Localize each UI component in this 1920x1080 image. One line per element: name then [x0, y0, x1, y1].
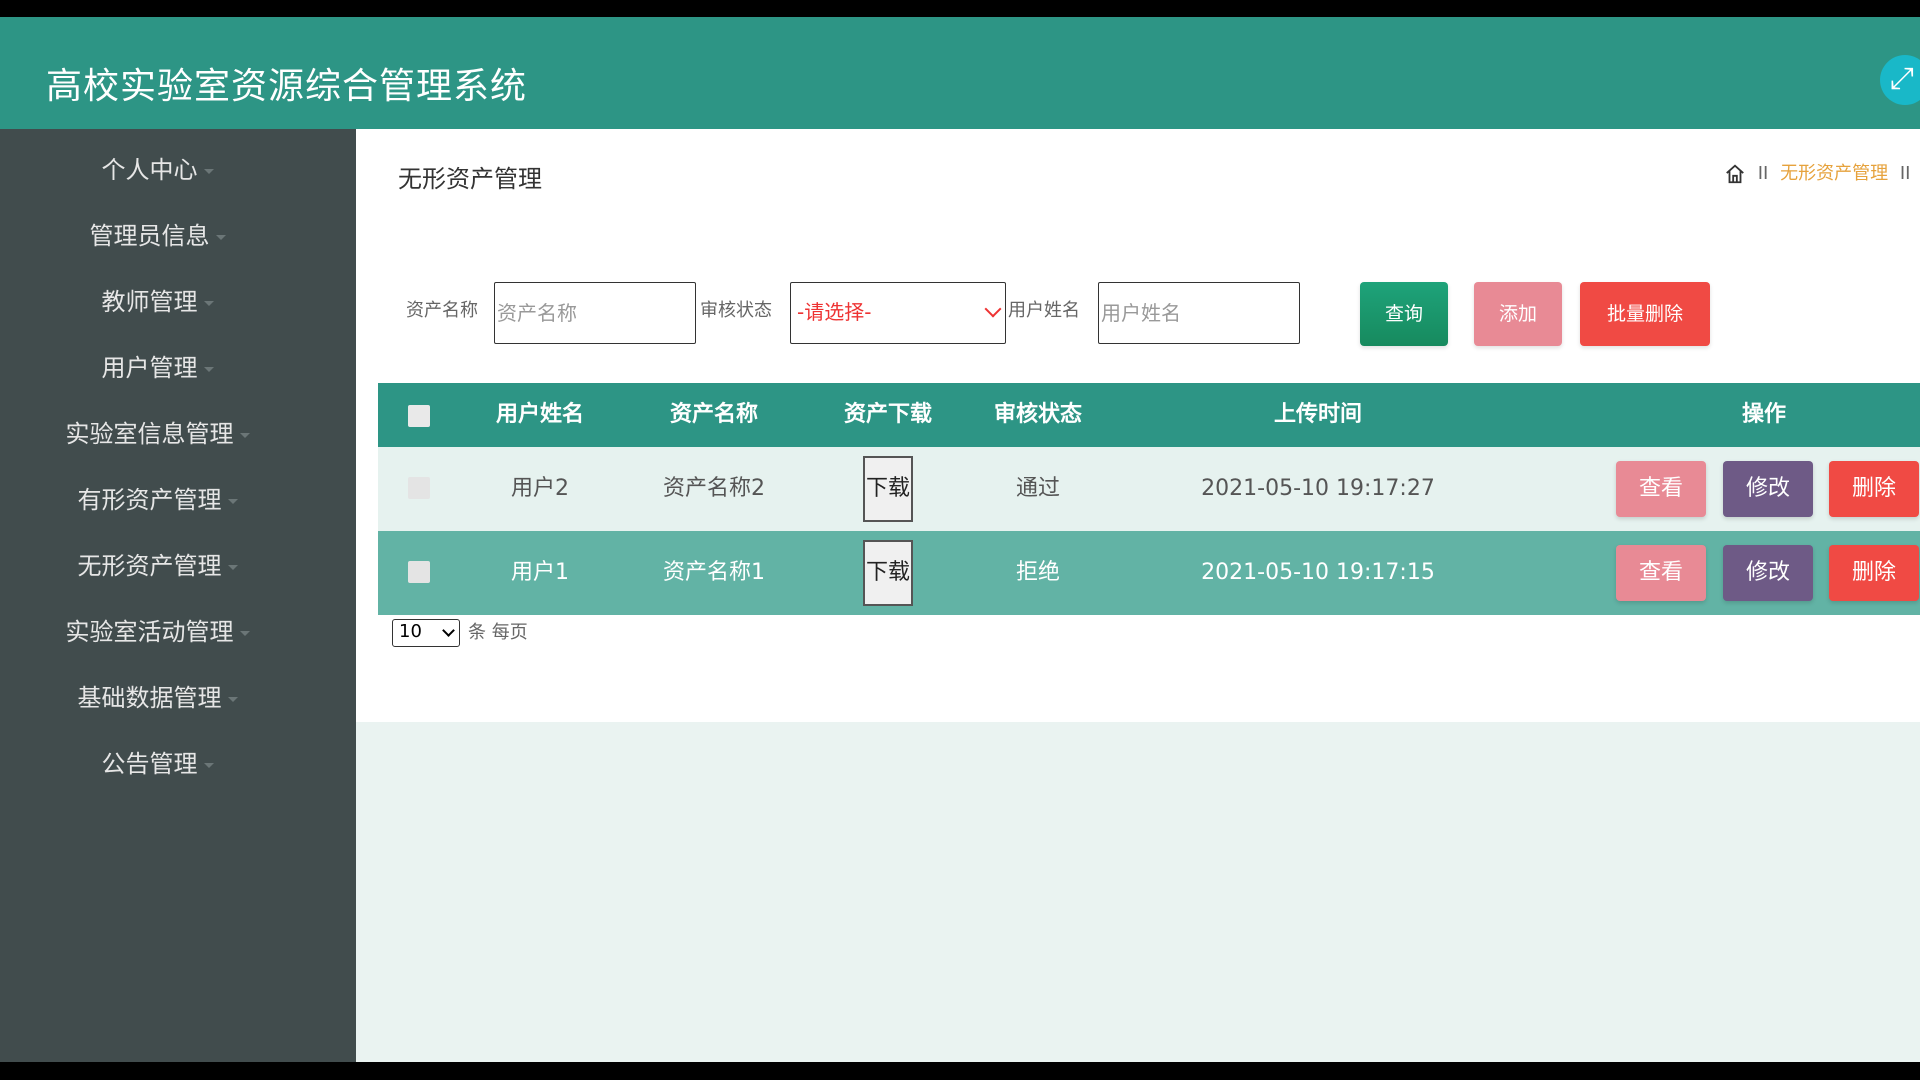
cell-user: 用户1: [511, 560, 569, 585]
per-page-label: 条 每页: [468, 622, 528, 643]
breadcrumb-separator: II: [1899, 163, 1911, 184]
sidebar-item-intangible-assets[interactable]: 无形资产管理: [0, 540, 315, 592]
batch-delete-button[interactable]: 批量删除: [1580, 282, 1710, 346]
sidebar-item-label: 教师管理: [101, 288, 198, 316]
sidebar-item-personal-center[interactable]: 个人中心: [0, 144, 315, 196]
page-size-value: 10: [399, 621, 422, 642]
table-header: 用户姓名 资产名称 资产下载 审核状态 上传时间 操作: [378, 383, 1920, 447]
table-row: 用户2 资产名称2 下载 通过 2021-05-10 19:17:27 查看 修…: [378, 447, 1920, 531]
asset-name-label: 资产名称: [406, 300, 478, 321]
column-header: 用户姓名: [495, 402, 584, 427]
row-checkbox[interactable]: [408, 561, 430, 583]
sidebar-item-label: 基础数据管理: [77, 684, 222, 712]
status-select-value: -请选择-: [797, 300, 872, 324]
sidebar-item-tangible-assets[interactable]: 有形资产管理: [0, 474, 315, 526]
cell-status: 拒绝: [1015, 560, 1060, 585]
sidebar-item-label: 管理员信息: [89, 222, 210, 250]
caret-down-icon: [227, 564, 238, 570]
caret-down-icon: [215, 234, 226, 240]
fullscreen-icon[interactable]: ⤢: [1880, 55, 1920, 105]
sidebar-item-admin-info[interactable]: 管理员信息: [0, 210, 315, 262]
table-row: 用户1 资产名称1 下载 拒绝 2021-05-10 19:17:15 查看 修…: [378, 531, 1920, 615]
sidebar: 个人中心 管理员信息 教师管理 用户管理 实验室信息管理 有形资产管理 无形资产…: [0, 129, 356, 1062]
sidebar-item-user-management[interactable]: 用户管理: [0, 342, 315, 394]
breadcrumb: II 无形资产管理 II 无: [1724, 159, 1920, 185]
caret-down-icon: [203, 762, 214, 768]
caret-down-icon: [239, 432, 250, 438]
sidebar-item-teacher-management[interactable]: 教师管理: [0, 276, 315, 328]
edit-button[interactable]: 修改: [1723, 461, 1813, 517]
column-header: 资产下载: [843, 402, 932, 427]
chevron-down-icon: [442, 624, 455, 637]
app-header: 高校实验室资源综合管理系统 ⤢: [0, 17, 1920, 129]
view-button[interactable]: 查看: [1616, 545, 1706, 601]
column-header: 上传时间: [1273, 402, 1362, 427]
download-button[interactable]: 下载: [863, 456, 913, 522]
row-checkbox[interactable]: [408, 477, 430, 499]
delete-button[interactable]: 删除: [1829, 545, 1919, 601]
user-name-input[interactable]: [1098, 282, 1300, 344]
sidebar-item-base-data[interactable]: 基础数据管理: [0, 672, 315, 724]
sidebar-item-label: 实验室信息管理: [65, 420, 234, 448]
sidebar-item-label: 实验室活动管理: [65, 618, 234, 646]
sidebar-item-label: 用户管理: [101, 354, 198, 382]
select-all-checkbox[interactable]: [408, 405, 430, 427]
cell-time: 2021-05-10 19:17:15: [1201, 560, 1435, 585]
sidebar-item-label: 无形资产管理: [77, 552, 222, 580]
caret-down-icon: [203, 300, 214, 306]
main-content: 无形资产管理 II 无形资产管理 II 无 资产名称 审核状态 -请选择- 用户…: [356, 129, 1920, 722]
caret-down-icon: [203, 366, 214, 372]
cell-asset: 资产名称2: [663, 476, 765, 501]
home-icon[interactable]: [1724, 163, 1746, 185]
sidebar-item-lab-info[interactable]: 实验室信息管理: [0, 408, 315, 460]
user-name-label: 用户姓名: [1008, 300, 1080, 321]
chevron-down-icon: [984, 300, 1002, 318]
column-header: 审核状态: [993, 402, 1082, 427]
breadcrumb-current[interactable]: 无形资产管理: [1780, 163, 1888, 184]
delete-button[interactable]: 删除: [1829, 461, 1919, 517]
caret-down-icon: [227, 696, 238, 702]
status-select[interactable]: -请选择-: [790, 282, 1006, 344]
column-header: 操作: [1741, 402, 1786, 427]
breadcrumb-separator: II: [1757, 163, 1769, 184]
page-title: 无形资产管理: [398, 165, 542, 193]
app-title: 高校实验室资源综合管理系统: [46, 66, 528, 107]
cell-user: 用户2: [511, 476, 569, 501]
sidebar-item-lab-activities[interactable]: 实验室活动管理: [0, 606, 315, 658]
sidebar-item-label: 公告管理: [101, 750, 198, 778]
cell-status: 通过: [1015, 476, 1060, 501]
cell-time: 2021-05-10 19:17:27: [1201, 476, 1435, 501]
caret-down-icon: [203, 168, 214, 174]
sidebar-item-label: 个人中心: [101, 156, 198, 184]
sidebar-item-label: 有形资产管理: [77, 486, 222, 514]
download-button[interactable]: 下载: [863, 540, 913, 606]
asset-name-input[interactable]: [494, 282, 696, 344]
caret-down-icon: [239, 630, 250, 636]
sidebar-item-announcements[interactable]: 公告管理: [0, 738, 315, 790]
query-button[interactable]: 查询: [1360, 282, 1448, 346]
edit-button[interactable]: 修改: [1723, 545, 1813, 601]
cell-asset: 资产名称1: [663, 560, 765, 585]
column-header: 资产名称: [669, 402, 758, 427]
page-size-select[interactable]: 10: [392, 619, 460, 647]
caret-down-icon: [227, 498, 238, 504]
add-button[interactable]: 添加: [1474, 282, 1562, 346]
view-button[interactable]: 查看: [1616, 461, 1706, 517]
status-label: 审核状态: [700, 300, 772, 321]
